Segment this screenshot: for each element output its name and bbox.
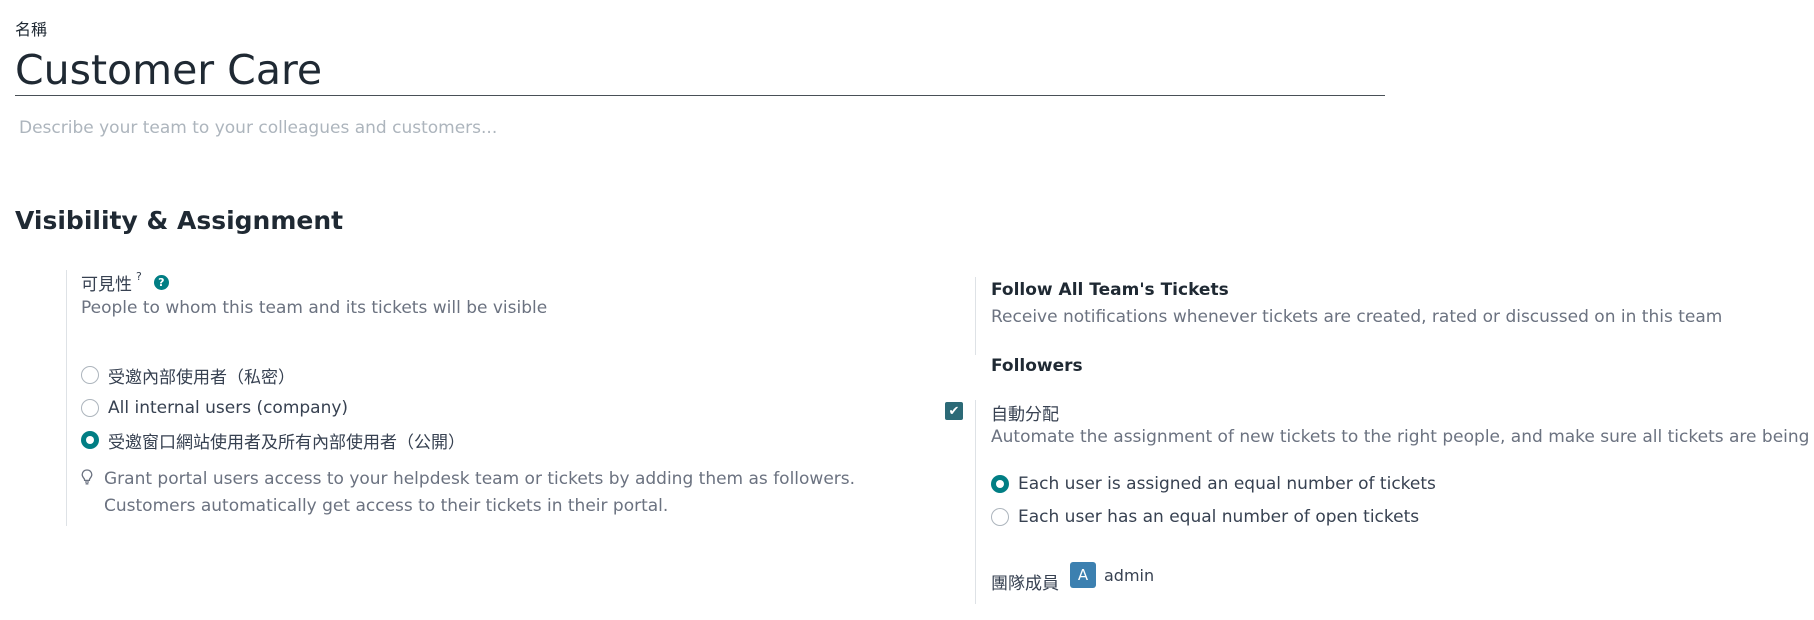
followers-title: Followers (991, 356, 1083, 376)
visibility-description: People to whom this team and its tickets… (81, 298, 548, 318)
radio-button[interactable] (81, 399, 99, 417)
assign-option-equal-tickets[interactable]: Each user is assigned an equal number of… (991, 471, 1436, 497)
avatar: A (1070, 562, 1096, 588)
auto-assignment-label: 自動分配 (991, 405, 1059, 425)
member-name[interactable]: admin (1104, 566, 1154, 585)
radio-button[interactable] (991, 508, 1009, 526)
assign-option-equal-open-tickets[interactable]: Each user has an equal number of open ti… (991, 504, 1419, 530)
lightbulb-icon (81, 467, 94, 520)
follow-tickets-title: Follow All Team's Tickets (991, 280, 1229, 300)
visibility-label-text: 可見性 (81, 275, 132, 295)
radio-label[interactable]: 受邀窗口網站使用者及所有內部使用者（公開） (108, 428, 465, 453)
visibility-option-portal-and-internal[interactable]: 受邀窗口網站使用者及所有內部使用者（公開） (81, 427, 465, 453)
follow-tickets-description: Receive notifications whenever tickets a… (991, 307, 1723, 327)
right-divider-top (975, 277, 976, 355)
right-divider-bottom (975, 400, 976, 604)
section-title: Visibility & Assignment (15, 206, 344, 235)
hint-text: Grant portal users access to your helpde… (104, 469, 856, 516)
left-divider (66, 270, 67, 526)
radio-label[interactable]: All internal users (company) (108, 398, 348, 418)
auto-assignment-checkbox[interactable]: ✔ (945, 402, 963, 420)
visibility-label: 可見性 ? ? (81, 270, 169, 295)
team-name-input[interactable] (15, 44, 1385, 96)
visibility-hint: Grant portal users access to your helpde… (81, 466, 881, 520)
name-label: 名稱 (15, 20, 48, 39)
radio-button-selected[interactable] (81, 431, 99, 449)
radio-label[interactable]: Each user is assigned an equal number of… (1018, 474, 1436, 494)
radio-button-selected[interactable] (991, 475, 1009, 493)
visibility-tooltip-marker[interactable]: ? (136, 270, 142, 283)
team-members-label: 團隊成員 (991, 574, 1059, 594)
radio-button[interactable] (81, 366, 99, 384)
visibility-option-all-internal[interactable]: All internal users (company) (81, 395, 348, 421)
help-icon[interactable]: ? (153, 275, 169, 290)
radio-label[interactable]: 受邀內部使用者（私密） (108, 363, 295, 388)
radio-label[interactable]: Each user has an equal number of open ti… (1018, 507, 1419, 527)
visibility-option-invited-internal[interactable]: 受邀內部使用者（私密） (81, 362, 295, 388)
member-tag[interactable]: A admin (1070, 562, 1154, 588)
auto-assignment-description: Automate the assignment of new tickets t… (991, 427, 1814, 447)
team-description-input[interactable] (15, 114, 1385, 142)
